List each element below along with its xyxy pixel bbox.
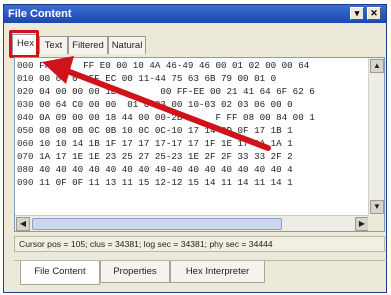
arrow-shaft bbox=[59, 66, 271, 151]
annotation-arrow bbox=[42, 56, 271, 151]
arrow-head bbox=[42, 56, 74, 84]
